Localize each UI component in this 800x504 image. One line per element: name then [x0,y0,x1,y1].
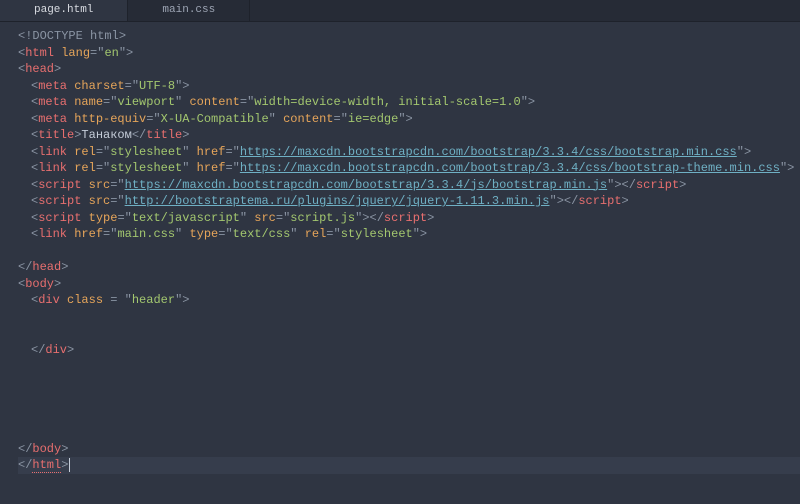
text-cursor [69,458,70,472]
code-line: <title>Танаком</title> [18,127,800,144]
code-line: <script src="http://bootstraptema.ru/plu… [18,193,800,210]
code-line: <!DOCTYPE html> [18,28,800,45]
code-line: <link rel="stylesheet" href="https://max… [18,144,800,161]
code-line: </head> [18,259,800,276]
code-line: </body> [18,441,800,458]
tab-bar: page.html main.css [0,0,800,22]
code-line: <div class = "header"> [18,292,800,309]
code-line: </div> [18,342,800,359]
code-line [18,408,800,425]
code-line: <script src="https://maxcdn.bootstrapcdn… [18,177,800,194]
code-line: <script type="text/javascript" src="scri… [18,210,800,227]
code-line [18,424,800,441]
code-line [18,325,800,342]
code-line [18,375,800,392]
code-line [18,309,800,326]
code-line: <body> [18,276,800,293]
code-line [18,243,800,260]
code-line [18,358,800,375]
code-line [18,391,800,408]
tab-page-html[interactable]: page.html [0,0,128,21]
code-line: <link rel="stylesheet" href="https://max… [18,160,800,177]
code-line: <link href="main.css" type="text/css" re… [18,226,800,243]
tab-main-css[interactable]: main.css [128,0,250,21]
code-line-active: </html> [18,457,800,474]
code-line: <meta http-equiv="X-UA-Compatible" conte… [18,111,800,128]
code-line: <meta name="viewport" content="width=dev… [18,94,800,111]
code-line: <meta charset="UTF-8"> [18,78,800,95]
code-editor[interactable]: <!DOCTYPE html> <html lang="en"> <head> … [0,22,800,474]
code-line: <head> [18,61,800,78]
code-line: <html lang="en"> [18,45,800,62]
